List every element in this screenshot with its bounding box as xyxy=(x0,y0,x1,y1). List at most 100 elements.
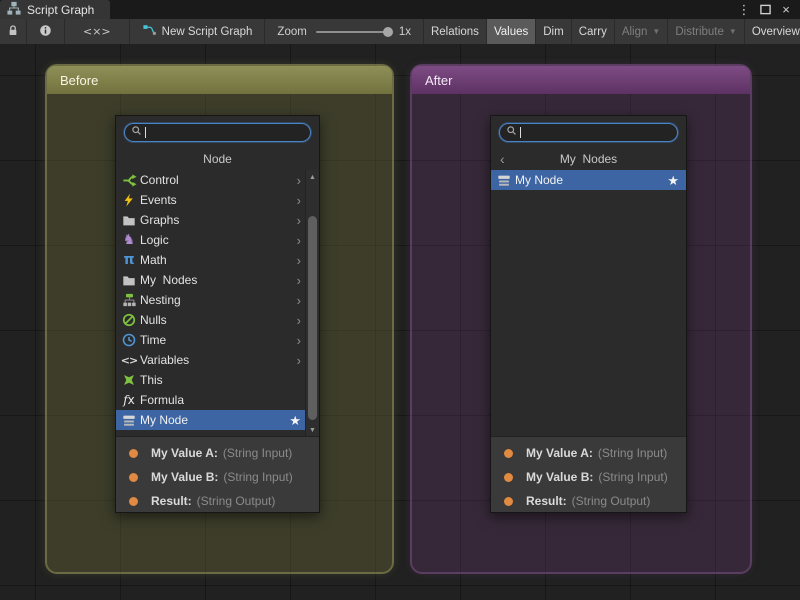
node-result-list: My Node ★ xyxy=(491,170,686,190)
tab-script-graph[interactable]: Script Graph xyxy=(0,0,110,19)
scroll-up-icon[interactable]: ▲ xyxy=(306,171,319,184)
group-after-title: After xyxy=(425,73,452,88)
formula-icon: fx xyxy=(120,392,138,408)
list-item-time[interactable]: Time › xyxy=(116,330,319,350)
inspect-button[interactable] xyxy=(27,19,65,44)
carry-button[interactable]: Carry xyxy=(572,19,615,44)
events-icon xyxy=(120,192,138,208)
port-dot-icon xyxy=(129,473,138,482)
scrollbar[interactable]: ▲ ▼ xyxy=(305,170,319,438)
list-item-control[interactable]: Control › xyxy=(116,170,319,190)
list-item-graphs[interactable]: Graphs › xyxy=(116,210,319,230)
group-after-header[interactable]: After xyxy=(412,66,750,94)
fuzzy-finder-before: Node Control › Events › Graphs › xyxy=(115,115,320,513)
maximize-icon[interactable] xyxy=(756,1,774,18)
port-my-value-a: My Value A: (String Input) xyxy=(116,441,319,465)
search-row xyxy=(491,116,686,148)
text-cursor xyxy=(145,127,146,138)
group-before-header[interactable]: Before xyxy=(47,66,392,94)
finder-header: Node xyxy=(116,148,319,170)
nesting-icon xyxy=(120,292,138,308)
fuzzy-finder-after: ‹ My Nodes My Node ★ My Value A: (String… xyxy=(490,115,687,513)
chevron-right-icon: › xyxy=(297,334,301,347)
logic-icon: ♞ xyxy=(120,232,138,248)
list-item-my-nodes[interactable]: My Nodes › xyxy=(116,270,319,290)
search-row xyxy=(116,116,319,148)
list-item-math[interactable]: π Math › xyxy=(116,250,319,270)
my-node-icon xyxy=(120,412,138,428)
tab-title: Script Graph xyxy=(27,3,94,17)
zoom-label: Zoom xyxy=(277,26,306,38)
list-item-this[interactable]: This xyxy=(116,370,319,390)
list-item-variables[interactable]: <> Variables › xyxy=(116,350,319,370)
variables-icon: <> xyxy=(120,352,138,368)
relations-button[interactable]: Relations xyxy=(424,19,487,44)
menu-kebab-icon[interactable]: ⋮ xyxy=(735,1,753,18)
chevron-right-icon: › xyxy=(297,174,301,187)
toolbar: <×> New Script Graph Zoom 1x Relations V… xyxy=(0,19,800,44)
values-button[interactable]: Values xyxy=(487,19,536,44)
graph-canvas[interactable]: Before After Node xyxy=(0,44,800,600)
lock-button[interactable] xyxy=(0,19,27,44)
chevron-right-icon: › xyxy=(297,314,301,327)
list-item-formula[interactable]: fx Formula xyxy=(116,390,319,410)
node-ports-preview: My Value A: (String Input) My Value B: (… xyxy=(116,436,319,512)
list-item-nesting[interactable]: Nesting › xyxy=(116,290,319,310)
my-node-icon xyxy=(495,172,513,188)
chevron-right-icon: › xyxy=(297,254,301,267)
align-button[interactable]: Align▼ xyxy=(615,19,669,44)
chevron-right-icon: › xyxy=(297,234,301,247)
node-category-list: Control › Events › Graphs › ♞ Logic › xyxy=(116,170,319,430)
overview-button[interactable]: Overview xyxy=(745,19,800,44)
code-brackets-icon: <×> xyxy=(83,26,111,37)
distribute-button[interactable]: Distribute▼ xyxy=(668,19,745,44)
favorite-star-icon[interactable]: ★ xyxy=(289,414,301,427)
info-icon xyxy=(39,24,52,40)
port-dot-icon xyxy=(504,449,513,458)
dim-button[interactable]: Dim xyxy=(536,19,571,44)
control-icon xyxy=(120,172,138,188)
back-chevron-icon[interactable]: ‹ xyxy=(500,149,505,169)
chevron-right-icon: › xyxy=(297,274,301,287)
lock-icon xyxy=(7,24,19,40)
finder-header: ‹ My Nodes xyxy=(491,148,686,170)
window-controls: ⋮ × xyxy=(735,0,800,19)
graph-hierarchy-icon xyxy=(7,1,21,18)
zoom-control: Zoom 1x xyxy=(265,19,424,44)
port-my-value-b: My Value B: (String Input) xyxy=(491,465,686,489)
port-dot-icon xyxy=(129,497,138,506)
port-dot-icon xyxy=(504,473,513,482)
new-script-graph-button[interactable]: New Script Graph xyxy=(130,19,266,44)
chevron-right-icon: › xyxy=(297,214,301,227)
chevron-right-icon: › xyxy=(297,194,301,207)
list-item-logic[interactable]: ♞ Logic › xyxy=(116,230,319,250)
list-item-my-node[interactable]: My Node ★ xyxy=(491,170,686,190)
port-dot-icon xyxy=(504,497,513,506)
list-item-my-node[interactable]: My Node ★ xyxy=(116,410,319,430)
search-icon xyxy=(131,123,142,141)
folder-icon xyxy=(120,212,138,228)
list-item-events[interactable]: Events › xyxy=(116,190,319,210)
favorite-star-icon[interactable]: ★ xyxy=(667,174,679,187)
search-input[interactable] xyxy=(499,123,678,142)
chevron-down-icon: ▼ xyxy=(729,27,737,36)
node-ports-preview: My Value A: (String Input) My Value B: (… xyxy=(491,436,686,512)
group-before-title: Before xyxy=(60,73,98,88)
list-item-nulls[interactable]: Nulls › xyxy=(116,310,319,330)
script-graph-node-icon xyxy=(142,24,157,40)
search-input[interactable] xyxy=(124,123,311,142)
script-graph-window: Script Graph ⋮ × <×> New xyxy=(0,0,800,600)
search-icon xyxy=(506,123,517,141)
zoom-value: 1x xyxy=(399,26,411,38)
port-dot-icon xyxy=(129,449,138,458)
zoom-slider-handle[interactable] xyxy=(383,27,393,37)
nulls-icon xyxy=(120,312,138,328)
scrollbar-thumb[interactable] xyxy=(308,216,317,420)
close-icon[interactable]: × xyxy=(777,1,795,18)
port-result: Result: (String Output) xyxy=(116,489,319,513)
chevron-right-icon: › xyxy=(297,354,301,367)
new-script-graph-label: New Script Graph xyxy=(162,26,253,38)
chevron-right-icon: › xyxy=(297,294,301,307)
zoom-slider[interactable] xyxy=(316,31,390,33)
edit-source-button[interactable]: <×> xyxy=(65,19,130,44)
